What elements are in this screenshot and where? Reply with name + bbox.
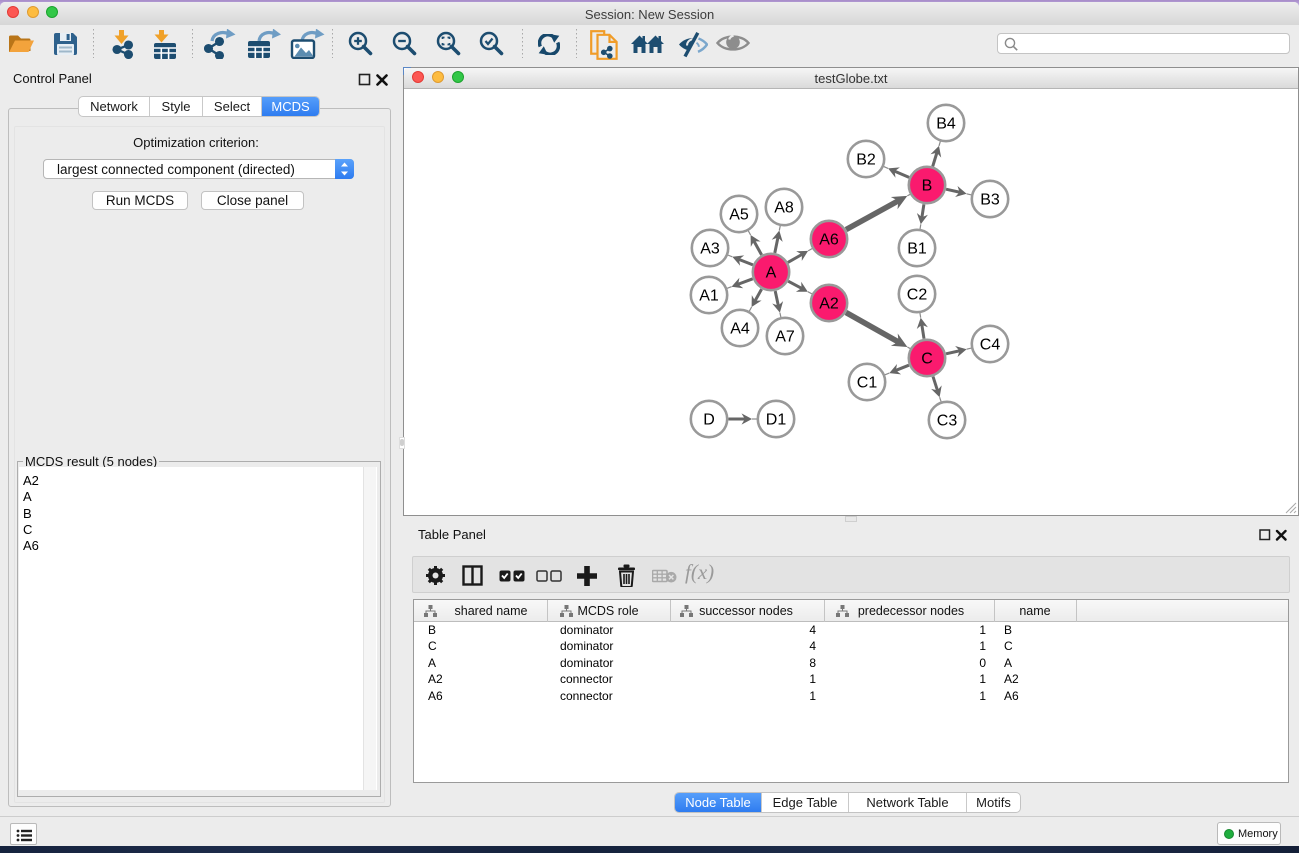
svg-text:B3: B3: [980, 192, 1000, 209]
svg-text:C4: C4: [980, 337, 1001, 354]
svg-text:A: A: [766, 265, 777, 282]
svg-text:A8: A8: [774, 200, 794, 217]
svg-text:D1: D1: [766, 412, 787, 429]
svg-text:A4: A4: [730, 321, 750, 338]
svg-text:D: D: [703, 412, 715, 429]
svg-text:A3: A3: [700, 241, 720, 258]
svg-text:B1: B1: [907, 241, 927, 258]
svg-text:A7: A7: [775, 329, 795, 346]
svg-text:A1: A1: [699, 288, 719, 305]
svg-text:A5: A5: [729, 207, 749, 224]
svg-text:C3: C3: [937, 413, 958, 430]
svg-text:A2: A2: [819, 296, 839, 313]
svg-text:C: C: [921, 351, 933, 368]
svg-text:A6: A6: [819, 232, 839, 249]
svg-text:C1: C1: [857, 375, 878, 392]
svg-text:B2: B2: [856, 152, 876, 169]
svg-text:B4: B4: [936, 116, 956, 133]
svg-text:C2: C2: [907, 287, 928, 304]
svg-text:B: B: [922, 178, 933, 195]
